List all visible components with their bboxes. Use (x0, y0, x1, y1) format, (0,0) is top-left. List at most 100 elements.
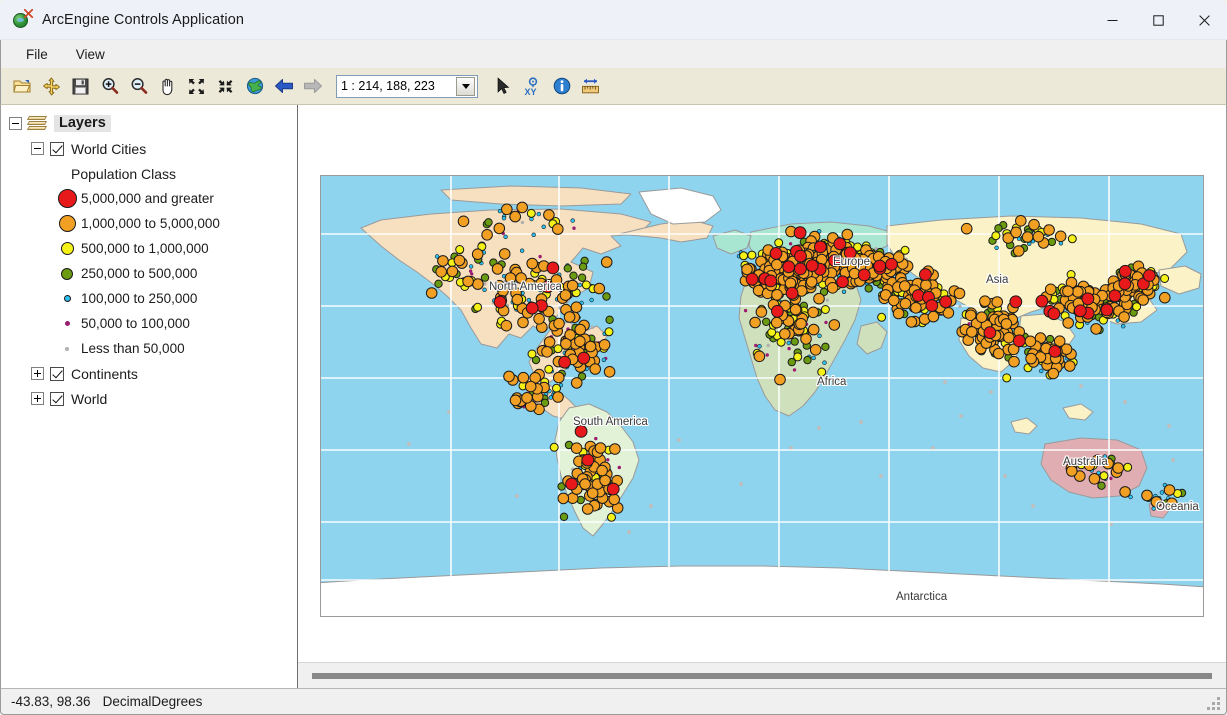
map-city-symbol[interactable] (841, 228, 854, 241)
map-city-symbol[interactable] (771, 289, 783, 301)
map-city-symbol[interactable] (544, 364, 554, 374)
map-city-symbol[interactable] (549, 442, 559, 452)
map-city-symbol[interactable] (828, 254, 841, 267)
map-city-symbol[interactable] (563, 311, 576, 323)
map-city-symbol[interactable] (577, 273, 587, 282)
map-city-symbol[interactable] (1118, 311, 1130, 323)
map-city-symbol[interactable] (1119, 486, 1131, 498)
map-city-symbol[interactable] (493, 279, 505, 292)
map-city-symbol[interactable] (481, 229, 493, 241)
map-city-symbol[interactable] (498, 248, 511, 260)
map-city-symbol[interactable] (892, 307, 905, 320)
map-city-symbol[interactable] (570, 301, 583, 313)
map-city-symbol[interactable] (600, 256, 613, 268)
map-city-symbol[interactable] (617, 465, 621, 470)
map-city-symbol[interactable] (503, 234, 508, 239)
map-city-symbol[interactable] (543, 209, 555, 221)
layer-visibility-checkbox[interactable] (50, 366, 64, 381)
map-city-symbol[interactable] (574, 335, 586, 348)
map-city-symbol[interactable] (1160, 274, 1170, 283)
map-city-symbol[interactable] (553, 371, 565, 384)
map-city-symbol[interactable] (770, 316, 783, 329)
map-city-symbol[interactable] (807, 323, 820, 336)
map-city-symbol[interactable] (1032, 230, 1045, 243)
map-city-symbol[interactable] (557, 492, 570, 505)
map-city-symbol[interactable] (1163, 484, 1176, 496)
map-city-symbol[interactable] (574, 323, 587, 336)
map-city-symbol[interactable] (787, 346, 791, 351)
map-city-symbol[interactable] (548, 395, 554, 400)
map-city-symbol[interactable] (771, 258, 783, 271)
go-back-extent-button[interactable] (270, 73, 297, 100)
map-city-symbol[interactable] (531, 232, 536, 237)
map-city-symbol[interactable] (786, 340, 791, 346)
map-city-symbol[interactable] (594, 436, 598, 441)
map-city-symbol[interactable] (1047, 307, 1061, 321)
map-city-symbol[interactable] (809, 344, 822, 356)
map-city-symbol[interactable] (584, 340, 597, 353)
map-city-symbol[interactable] (1035, 294, 1049, 308)
map-city-symbol[interactable] (1012, 245, 1025, 257)
map-city-symbol[interactable] (517, 371, 530, 384)
map-city-symbol[interactable] (1118, 264, 1132, 278)
menu-view[interactable]: View (63, 44, 118, 65)
fixed-zoom-in-button[interactable] (183, 73, 210, 100)
map-city-symbol[interactable] (899, 280, 911, 292)
map-city-symbol[interactable] (590, 325, 595, 330)
map-city-symbol[interactable] (782, 260, 796, 274)
map-city-symbol[interactable] (1015, 215, 1027, 227)
map-city-symbol[interactable] (885, 257, 898, 271)
map-city-symbol[interactable] (509, 394, 522, 407)
identify-info-button[interactable] (548, 73, 575, 100)
map-city-symbol[interactable] (609, 443, 621, 455)
map-city-symbol[interactable] (468, 269, 473, 273)
map-city-symbol[interactable] (605, 315, 614, 325)
map-city-symbol[interactable] (493, 222, 506, 235)
map-city-symbol[interactable] (824, 320, 828, 325)
resize-grip[interactable] (1206, 696, 1220, 710)
map-city-symbol[interactable] (604, 327, 614, 337)
map-city-symbol[interactable] (1000, 318, 1013, 330)
map-city-symbol[interactable] (826, 282, 839, 294)
map-city-symbol[interactable] (788, 242, 793, 246)
full-extent-globe-button[interactable] (241, 73, 268, 100)
map-city-symbol[interactable] (1166, 497, 1178, 510)
map-city-symbol[interactable] (578, 262, 588, 271)
map-city-symbol[interactable] (925, 299, 939, 312)
map-city-symbol[interactable] (825, 298, 830, 302)
map-city-symbol[interactable] (553, 317, 565, 330)
map-city-symbol[interactable] (836, 275, 849, 289)
map-city-symbol[interactable] (762, 317, 771, 327)
collapse-icon[interactable] (31, 142, 44, 155)
map-city-symbol[interactable] (559, 512, 569, 521)
map-city-symbol[interactable] (991, 231, 1001, 241)
map-city-symbol[interactable] (747, 250, 757, 260)
map-city-symbol[interactable] (795, 317, 807, 330)
map-city-symbol[interactable] (813, 292, 825, 305)
map-city-symbol[interactable] (543, 336, 556, 348)
map-city-symbol[interactable] (1123, 462, 1133, 472)
map-city-symbol[interactable] (873, 259, 887, 273)
map-city-symbol[interactable] (425, 287, 438, 299)
map-city-symbol[interactable] (774, 373, 786, 386)
map-city-symbol[interactable] (1062, 317, 1075, 329)
map-city-symbol[interactable] (1137, 294, 1150, 306)
map-city-symbol[interactable] (1150, 496, 1163, 508)
expand-icon[interactable] (31, 367, 44, 380)
map-city-symbol[interactable] (526, 208, 536, 218)
map-city-symbol[interactable] (919, 268, 932, 281)
map-city-symbol[interactable] (570, 442, 583, 455)
map-city-symbol[interactable] (805, 276, 818, 288)
map-city-symbol[interactable] (1097, 481, 1106, 490)
chevron-down-icon[interactable] (456, 76, 475, 96)
map-city-symbol[interactable] (766, 343, 770, 348)
map-city-symbol[interactable] (1159, 291, 1171, 304)
map-city-symbol[interactable] (577, 351, 591, 365)
zoom-out-magnifier-button[interactable] (125, 73, 152, 100)
select-features-button[interactable] (490, 73, 517, 100)
map-city-symbol[interactable] (1008, 355, 1020, 368)
map-city-symbol[interactable] (602, 292, 611, 301)
map-city-symbol[interactable] (857, 268, 871, 282)
scrollbar-track[interactable] (312, 672, 1212, 679)
map-city-symbol[interactable] (888, 294, 900, 307)
